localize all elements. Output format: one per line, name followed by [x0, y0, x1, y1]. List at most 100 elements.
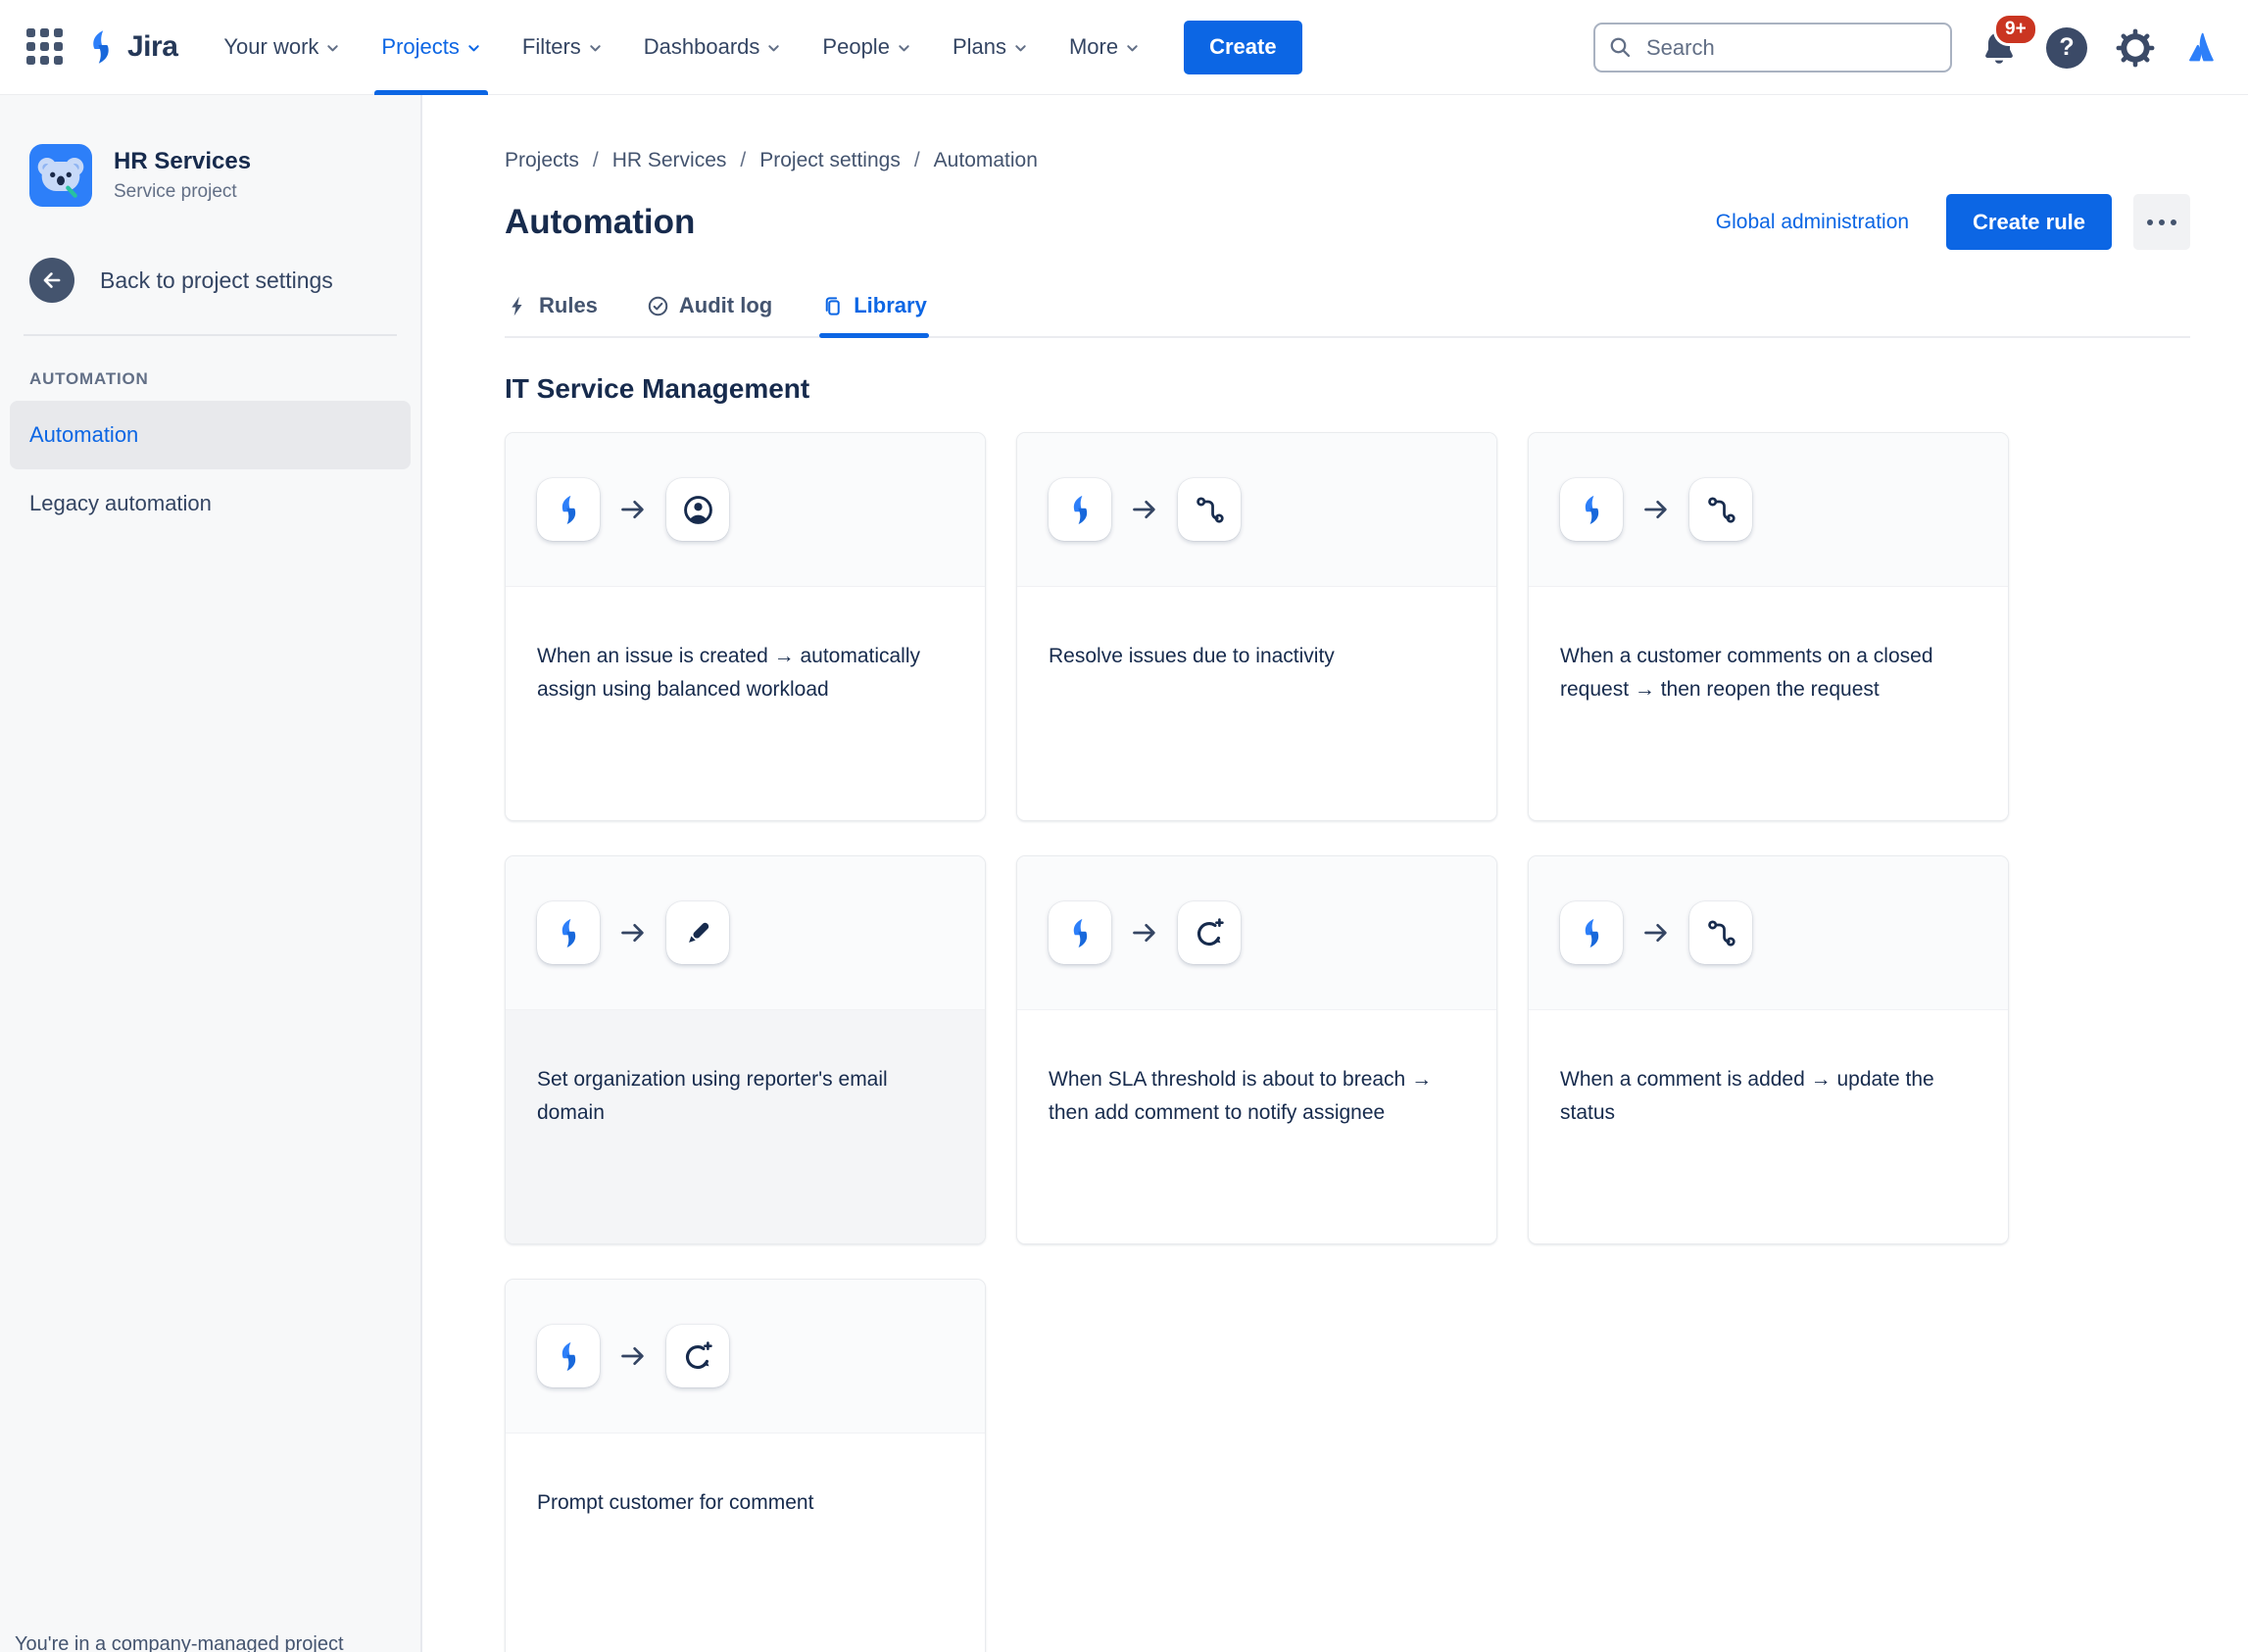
card-title: Resolve issues due to inactivity [1017, 587, 1496, 820]
card-title: Set organization using reporter's email … [506, 1010, 985, 1243]
breadcrumb-item-projects[interactable]: Projects [505, 149, 579, 172]
sidebar-divider [24, 334, 397, 336]
automation-template-card[interactable]: Prompt customer for comment [505, 1279, 986, 1652]
breadcrumb-item-hr-services[interactable]: HR Services [612, 149, 727, 172]
automation-template-card[interactable]: When a customer comments on a closed req… [1528, 432, 2009, 821]
library-pages-icon [825, 296, 840, 316]
automation-bolt-icon [1585, 918, 1598, 947]
pencil-icon [688, 922, 709, 943]
top-navigation-bar: Jira Your work Projects Filters Dashboards P… [0, 0, 2248, 95]
action-icon-tile [666, 1325, 729, 1387]
chevron-down-icon [768, 45, 780, 52]
check-circle-icon [648, 296, 668, 316]
automation-bolt-icon [562, 918, 575, 947]
nav-item-your-work[interactable]: Your work [203, 0, 361, 95]
page-header: Automation Global administration Create … [505, 194, 2190, 250]
action-icon-tile [1689, 478, 1752, 541]
automation-template-card[interactable]: When an issue is created → automatically… [505, 432, 986, 821]
notifications-button[interactable]: 9+ [1979, 12, 2038, 68]
action-icon-tile [1178, 478, 1241, 541]
arrow-right-icon [1131, 919, 1158, 947]
arrow-right-icon [621, 923, 644, 943]
project-header: HR Services Service project [0, 95, 420, 207]
help-button[interactable]: ? [2046, 26, 2087, 69]
automation-tabs: Rules Audit log Library [505, 293, 2190, 338]
back-to-project-settings[interactable]: Back to project settings [0, 258, 420, 303]
breadcrumb-separator: / [592, 149, 599, 171]
arrow-right-icon [621, 500, 644, 519]
atlassian-logo-icon [2183, 28, 2223, 68]
sidebar-item-label: Automation [29, 422, 139, 447]
jira-automation-library-screen: Jira Your work Projects Filters Dashboards P… [0, 0, 2248, 1652]
card-icon-strip [506, 856, 985, 1010]
managed-project-note: You're in a company-managed project [15, 1633, 344, 1652]
card-icon-strip [506, 433, 985, 587]
sidebar-item-legacy-automation[interactable]: Legacy automation [10, 469, 411, 538]
main-content: Projects / HR Services / Project settings / Au… [424, 95, 2248, 1652]
back-label: Back to project settings [100, 267, 333, 293]
comment-add-icon [685, 1340, 712, 1369]
workflow-icon [1196, 496, 1224, 523]
nav-item-people[interactable]: People [802, 0, 932, 95]
nav-item-label: Your work [223, 34, 319, 59]
automation-bolt-icon [562, 495, 575, 524]
automation-template-card[interactable]: Set organization using reporter's email … [505, 855, 986, 1244]
breadcrumb-item-automation[interactable]: Automation [934, 149, 1038, 172]
tab-audit-log[interactable]: Audit log [645, 293, 774, 336]
search-input[interactable] [1593, 23, 1952, 73]
automation-template-card[interactable]: Resolve issues due to inactivity [1016, 432, 1497, 821]
nav-item-dashboards[interactable]: Dashboards [623, 0, 803, 95]
nav-item-more[interactable]: More [1049, 0, 1160, 95]
trigger-icon-tile [1049, 901, 1111, 964]
nav-item-plans[interactable]: Plans [932, 0, 1049, 95]
chevron-down-icon [1015, 45, 1026, 52]
card-title: When a comment is added → update the sta… [1529, 1010, 2008, 1243]
koala-project-avatar [29, 144, 92, 207]
card-icon-strip [1017, 433, 1496, 587]
nav-item-label: People [822, 34, 890, 59]
chevron-down-icon [327, 45, 339, 52]
koala-project-avatar [29, 144, 92, 207]
settings-gear-icon [2115, 27, 2156, 69]
action-icon-tile [666, 901, 729, 964]
breadcrumb-separator: / [913, 149, 920, 171]
nav-item-projects[interactable]: Projects [361, 0, 501, 95]
app-switcher-icon[interactable] [25, 27, 65, 67]
more-options-button[interactable] [2133, 194, 2190, 250]
settings-button[interactable] [2115, 27, 2156, 69]
comment-add-icon [1197, 917, 1224, 946]
nav-item-label: Dashboards [643, 34, 760, 59]
sidebar-item-automation[interactable]: Automation [10, 401, 411, 469]
breadcrumb-separator: / [740, 149, 747, 171]
nav-right-cluster: 9+ ? [1593, 0, 2223, 95]
breadcrumb-item-project-settings[interactable]: Project settings [759, 149, 901, 172]
trigger-icon-tile [1560, 478, 1623, 541]
page-title: Automation [505, 202, 696, 241]
card-title: When SLA threshold is about to breach → … [1017, 1010, 1496, 1243]
automation-template-card[interactable]: When a comment is added → update the sta… [1528, 855, 2009, 1244]
notifications-count-badge: 9+ [1993, 12, 2038, 46]
arrow-right-icon [1642, 919, 1670, 947]
search-box [1593, 23, 1952, 73]
nav-item-label: Plans [952, 34, 1006, 59]
template-cards-grid: When an issue is created → automatically… [505, 432, 2190, 1652]
create-button[interactable]: Create [1184, 20, 1302, 74]
tab-rules[interactable]: Rules [505, 293, 600, 336]
brand-name: Jira [127, 30, 178, 63]
global-administration-link[interactable]: Global administration [1716, 211, 1909, 234]
automation-template-card[interactable]: When SLA threshold is about to breach → … [1016, 855, 1497, 1244]
nav-item-filters[interactable]: Filters [502, 0, 623, 95]
card-title: When a customer comments on a closed req… [1529, 587, 2008, 820]
sidebar-item-label: Legacy automation [29, 491, 212, 515]
jira-logo[interactable]: Jira [82, 28, 178, 66]
breadcrumb: Projects / HR Services / Project settings / Au… [505, 149, 2190, 172]
primary-nav: Your work Projects Filters Dashboards People… [203, 0, 1160, 95]
create-rule-button[interactable]: Create rule [1946, 194, 2112, 250]
trigger-icon-tile [537, 1325, 600, 1387]
arrow-right-icon [619, 496, 647, 523]
arrow-right-icon [1644, 500, 1667, 519]
trigger-icon-tile [537, 901, 600, 964]
tab-library[interactable]: Library [819, 293, 929, 338]
library-section-title: IT Service Management [505, 373, 810, 404]
atlassian-home-button[interactable] [2183, 28, 2223, 68]
